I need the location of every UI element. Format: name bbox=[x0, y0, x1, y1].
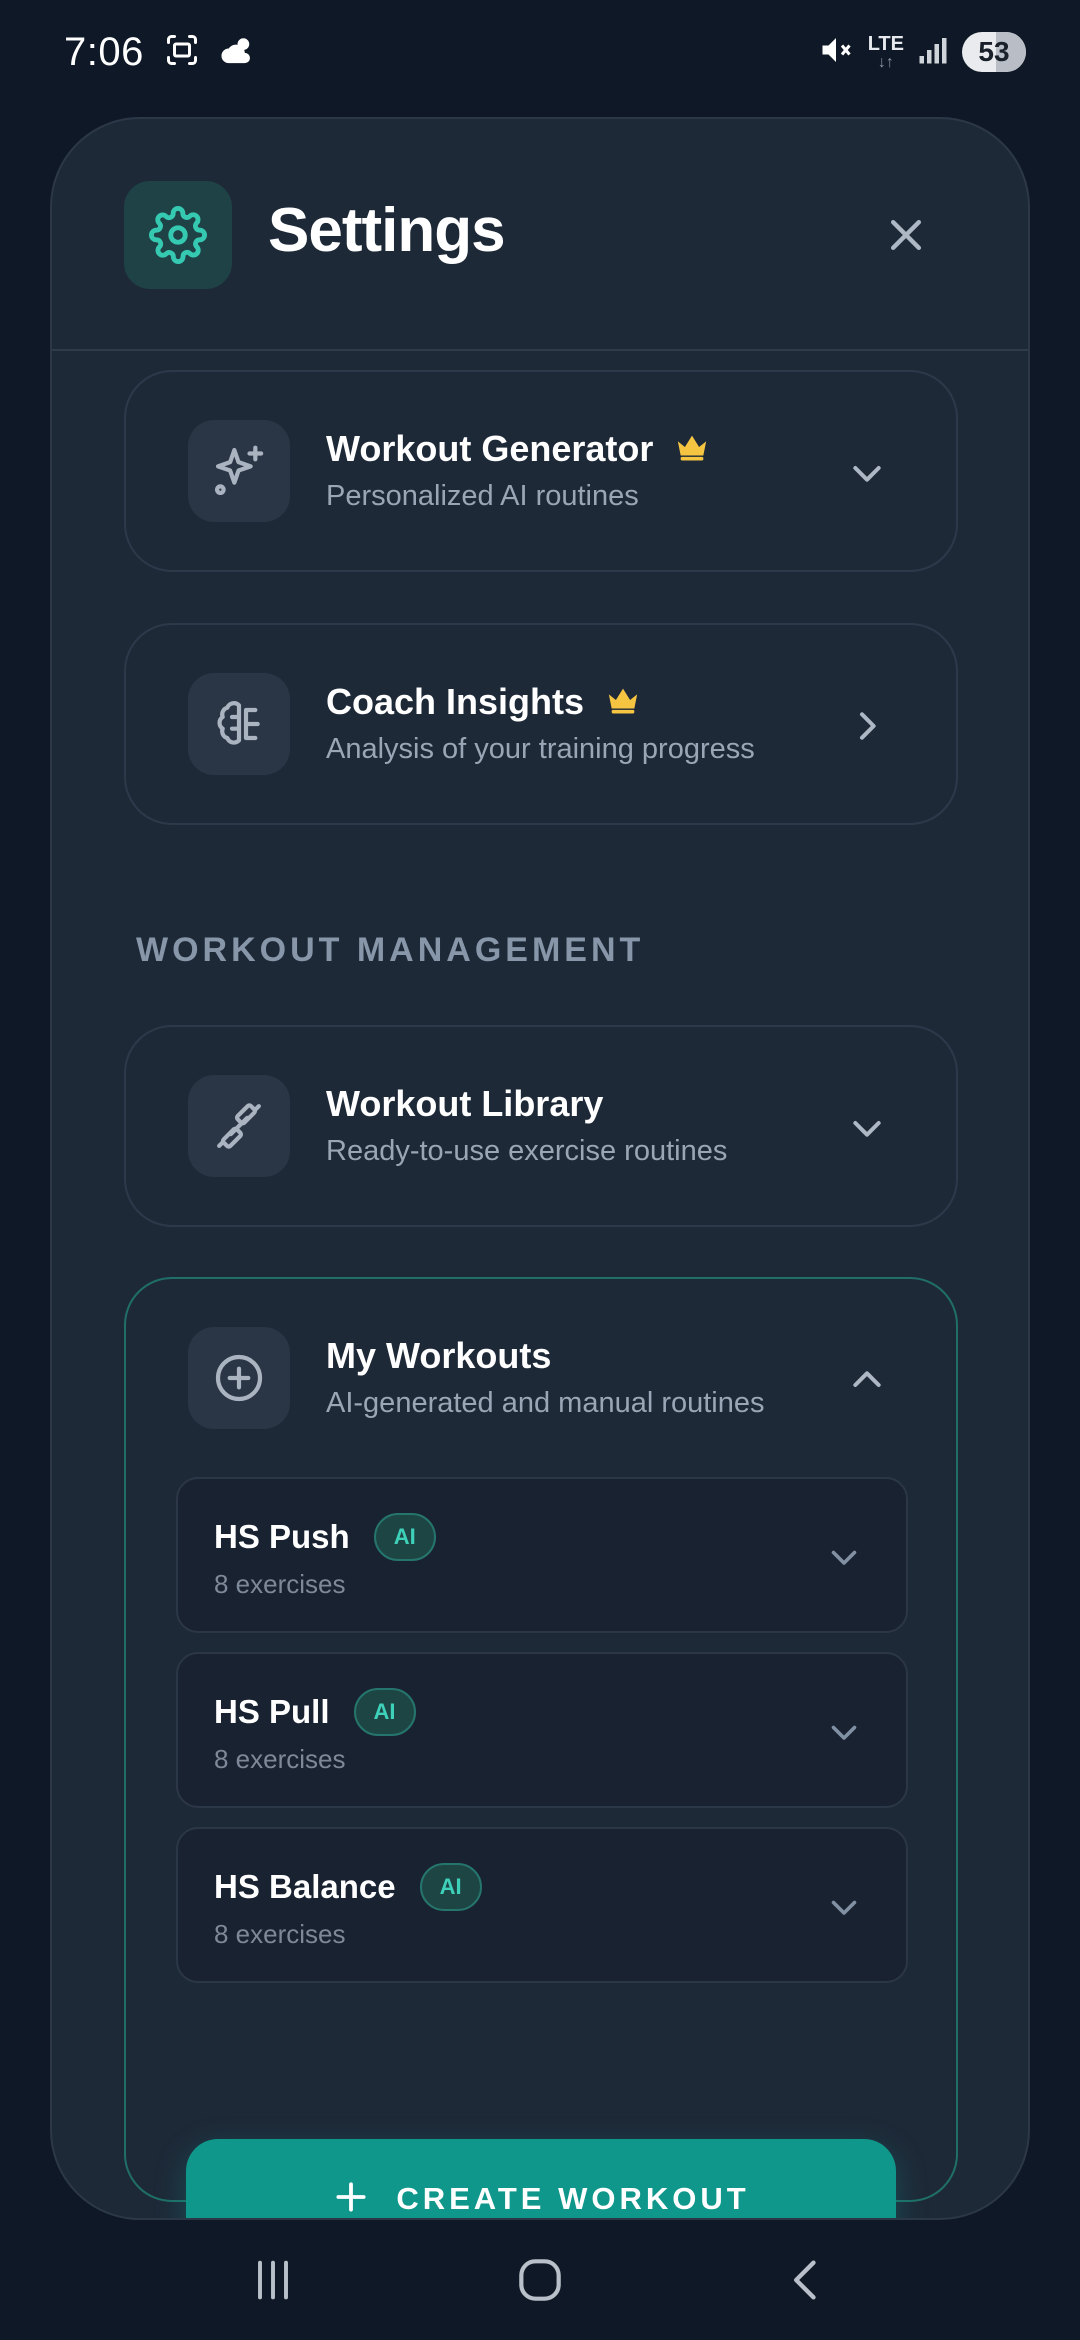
home-button[interactable] bbox=[500, 2240, 580, 2320]
card-workout-library[interactable]: Workout Library Ready-to-use exercise ro… bbox=[124, 1025, 958, 1227]
status-right: LTE ↓↑ 53 bbox=[818, 32, 1026, 73]
ai-badge: AI bbox=[419, 1863, 482, 1911]
battery-indicator: 53 bbox=[962, 32, 1026, 72]
section-label: WORKOUT MANAGEMENT bbox=[136, 931, 645, 969]
exercise-count: 8 exercises bbox=[214, 1919, 346, 1949]
card-title-row: Coach Insights bbox=[326, 681, 640, 723]
workout-title-row: HS Push AI bbox=[214, 1513, 436, 1561]
plus-icon bbox=[332, 2178, 370, 2219]
screenshot-icon bbox=[164, 32, 200, 73]
card-subtitle: Analysis of your training progress bbox=[326, 733, 755, 765]
card-workout-generator[interactable]: Workout Generator Personalized AI routin… bbox=[124, 370, 958, 572]
list-item[interactable]: HS Push AI 8 exercises bbox=[176, 1477, 908, 1633]
workout-title-row: HS Pull AI bbox=[214, 1688, 416, 1736]
home-icon bbox=[519, 2259, 561, 2301]
close-icon bbox=[890, 219, 922, 251]
settings-sheet: Settings Workout Generator Personalized … bbox=[50, 117, 1030, 2220]
card-title: Coach Insights bbox=[326, 681, 585, 722]
workout-name: HS Push bbox=[214, 1518, 350, 1555]
chevron-up-icon[interactable] bbox=[846, 1359, 888, 1401]
chevron-down-icon[interactable] bbox=[846, 1107, 888, 1149]
card-title-row: Workout Library bbox=[326, 1083, 603, 1125]
sheet-header: Settings bbox=[52, 119, 1028, 351]
card-subtitle: Personalized AI routines bbox=[326, 480, 639, 512]
signal-icon bbox=[918, 35, 948, 70]
crown-icon bbox=[606, 685, 640, 720]
workout-title-row: HS Balance AI bbox=[214, 1863, 482, 1911]
list-item[interactable]: HS Pull AI 8 exercises bbox=[176, 1652, 908, 1808]
list-item[interactable]: HS Balance AI 8 exercises bbox=[176, 1827, 908, 1983]
chevron-right-icon[interactable] bbox=[846, 705, 888, 747]
brain-icon bbox=[188, 673, 290, 775]
network-arrows: ↓↑ bbox=[877, 53, 894, 71]
chevron-down-icon[interactable] bbox=[824, 1712, 864, 1752]
ai-badge: AI bbox=[353, 1688, 416, 1736]
plus-circle-icon bbox=[188, 1327, 290, 1429]
chevron-down-icon[interactable] bbox=[824, 1887, 864, 1927]
card-title-row: My Workouts bbox=[326, 1335, 551, 1377]
workout-name: HS Balance bbox=[214, 1868, 396, 1905]
card-title: Workout Library bbox=[326, 1083, 604, 1124]
chevron-down-icon[interactable] bbox=[846, 452, 888, 494]
dumbbell-icon bbox=[188, 1075, 290, 1177]
sparkles-icon bbox=[188, 420, 290, 522]
ai-badge: AI bbox=[373, 1513, 436, 1561]
workout-name: HS Pull bbox=[214, 1693, 330, 1730]
create-workout-label: CREATE WORKOUT bbox=[396, 2181, 750, 2216]
back-icon bbox=[793, 2260, 816, 2300]
crown-icon bbox=[675, 432, 709, 467]
weather-icon bbox=[220, 33, 258, 72]
system-nav-bar bbox=[0, 2220, 1080, 2340]
status-time: 7:06 bbox=[64, 29, 144, 74]
mute-icon bbox=[818, 32, 854, 73]
lte-icon: LTE ↓↑ bbox=[868, 34, 904, 71]
gear-icon bbox=[124, 181, 232, 289]
close-button[interactable] bbox=[880, 209, 932, 261]
status-left: 7:06 bbox=[64, 30, 258, 75]
card-coach-insights[interactable]: Coach Insights Analysis of your training… bbox=[124, 623, 958, 825]
battery-level: 53 bbox=[978, 36, 1010, 67]
create-workout-button[interactable]: CREATE WORKOUT bbox=[186, 2139, 896, 2219]
page-title: Settings bbox=[268, 196, 506, 265]
card-subtitle: AI-generated and manual routines bbox=[326, 1387, 765, 1419]
recents-button[interactable] bbox=[233, 2240, 313, 2320]
network-type: LTE bbox=[867, 32, 904, 55]
card-my-workouts: My Workouts AI-generated and manual rout… bbox=[124, 1277, 958, 2218]
exercise-count: 8 exercises bbox=[214, 1744, 346, 1774]
card-title-row: Workout Generator bbox=[326, 428, 709, 470]
chevron-down-icon[interactable] bbox=[824, 1537, 864, 1577]
status-bar: 7:06 LTE ↓↑ 53 bbox=[0, 0, 1080, 104]
back-button[interactable] bbox=[767, 2240, 847, 2320]
card-title: Workout Generator bbox=[326, 428, 654, 469]
exercise-count: 8 exercises bbox=[214, 1569, 346, 1599]
card-title: My Workouts bbox=[326, 1335, 552, 1376]
recents-icon bbox=[258, 2260, 289, 2300]
card-subtitle: Ready-to-use exercise routines bbox=[326, 1135, 728, 1167]
